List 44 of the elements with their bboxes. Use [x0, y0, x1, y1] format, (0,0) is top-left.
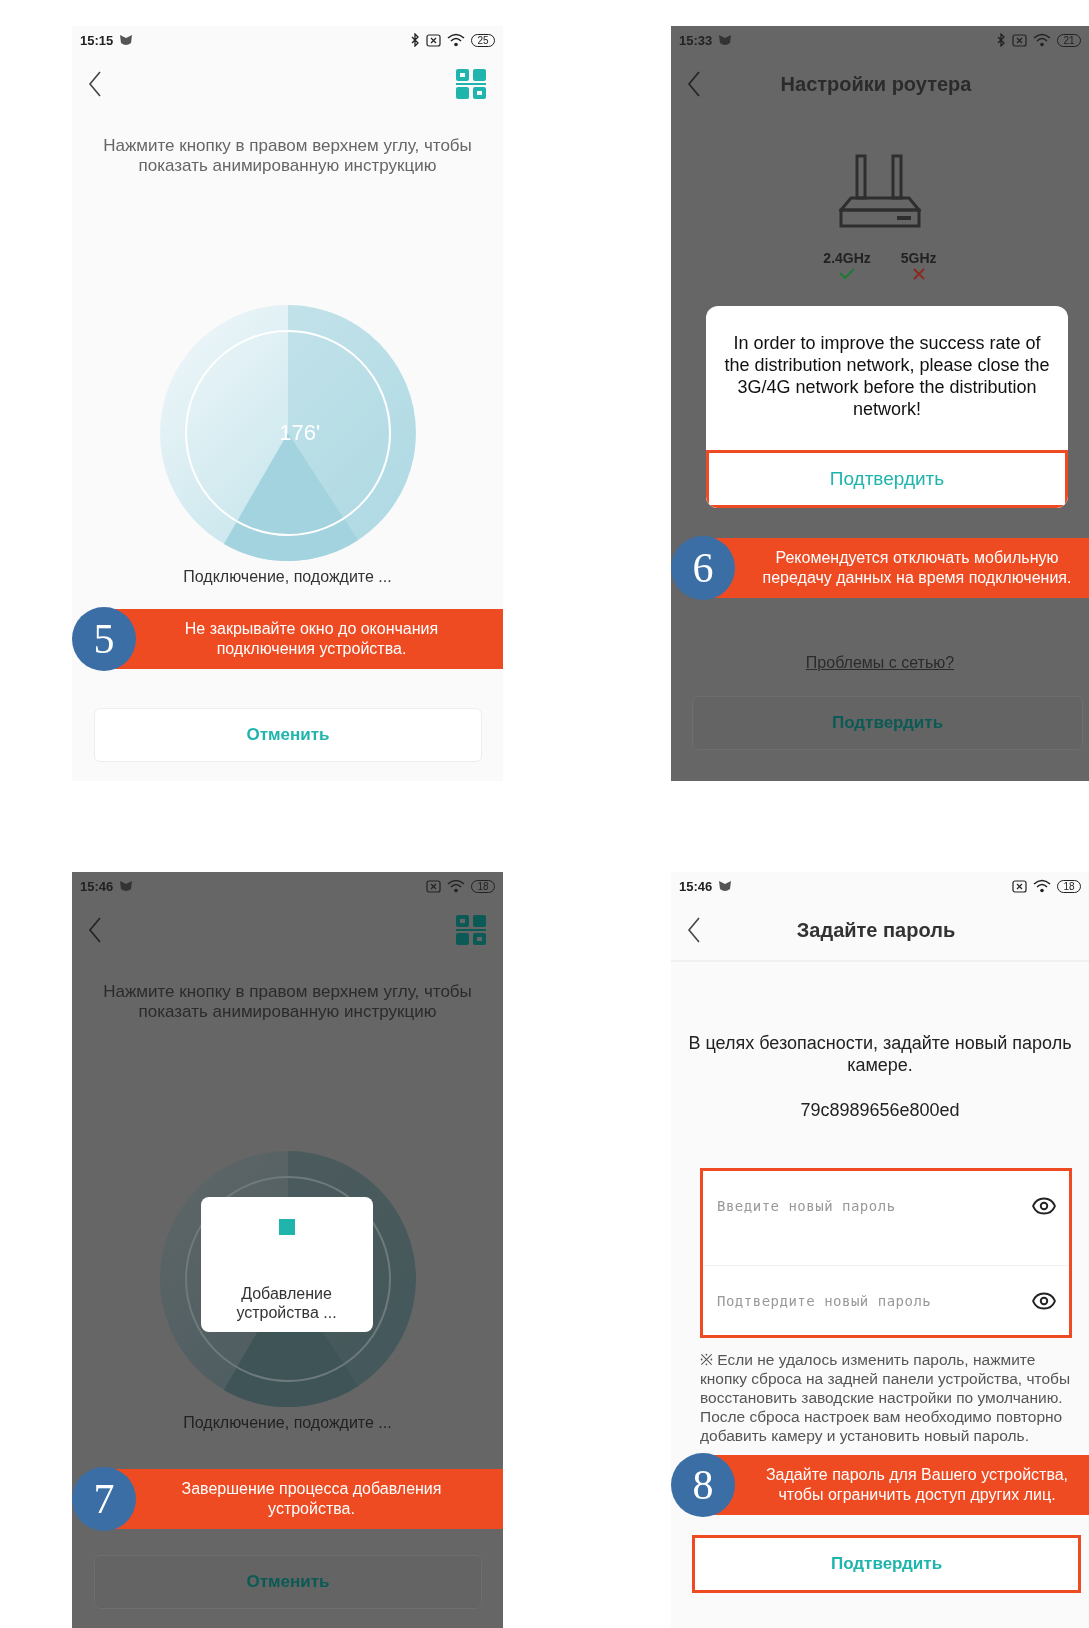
- back-icon[interactable]: [687, 917, 701, 943]
- device-id: 79c8989656e800ed: [799, 1099, 961, 1122]
- instruction-text: Нажмите кнопку в правом верхнем углу, чтобы показать анимированную инструкцию: [102, 982, 473, 1022]
- status-time: 15:46: [679, 878, 713, 894]
- step-number: 8: [671, 1453, 735, 1517]
- step-number: 7: [72, 1467, 136, 1531]
- screen-title: Задайте пароль: [795, 918, 957, 942]
- wifi-icon: [1033, 879, 1051, 893]
- band-label: 5GHz: [900, 250, 937, 266]
- screen-title: Настройки роутера: [779, 72, 973, 96]
- bluetooth-icon: [410, 33, 420, 47]
- sim-icon: [1012, 879, 1027, 893]
- network-problems-link[interactable]: Проблемы с сетью?: [805, 650, 955, 676]
- back-icon[interactable]: [88, 71, 102, 97]
- progress-label: 176': [279, 420, 321, 446]
- cancel-button[interactable]: Отменить: [94, 708, 482, 762]
- step-number: 6: [671, 536, 735, 600]
- popup-label: Добавление устройства ...: [235, 1284, 338, 1322]
- confirm-button[interactable]: Подтвердить: [692, 1535, 1081, 1593]
- instruction-text: Нажмите кнопку в правом верхнем углу, чтобы показать анимированную инструкцию: [102, 136, 473, 176]
- password-field[interactable]: Подтвердите новый пароль: [715, 1280, 1031, 1321]
- dialog-message: In order to improve the success rate of the distribution network, please close the 3G/4G network before the distribution network!: [723, 332, 1051, 421]
- bluetooth-icon: [996, 33, 1006, 47]
- confirm-button[interactable]: Подтвердить: [692, 696, 1083, 750]
- wifi-icon: [1033, 33, 1051, 47]
- status-time: 15:46: [80, 878, 114, 894]
- connecting-status: Подключение, подождите ...: [182, 567, 393, 587]
- sim-icon: [426, 879, 441, 893]
- cancel-button[interactable]: Отменить: [94, 1555, 482, 1609]
- dialog-confirm-button[interactable]: Подтвердить: [706, 450, 1068, 508]
- band-label: 2.4GHz: [823, 250, 871, 266]
- status-time: 15:15: [80, 32, 114, 48]
- wifi-icon: [447, 33, 465, 47]
- step-number: 5: [72, 607, 136, 671]
- reset-note: ※ Если не удалось изменить пароль, нажмите кнопку сброса на задней панели устройства, чтобы восстановить заводские настройки по умолчанию. После сброса настроек вам необходимо повторно добавить камеру и установить новый пароль.: [700, 1350, 1072, 1445]
- loading-square-icon: [278, 1219, 295, 1235]
- security-message: В целях безопасности, задайте новый пароль камере.: [687, 1032, 1073, 1076]
- sim-icon: [426, 33, 441, 47]
- wifi-icon: [447, 879, 465, 893]
- router-icon: [839, 154, 921, 230]
- status-time: 15:33: [679, 32, 713, 48]
- password-field[interactable]: Введите новый пароль: [715, 1186, 1031, 1226]
- sim-icon: [1012, 33, 1027, 47]
- connecting-status: Подключение, подождите ...: [182, 1413, 393, 1433]
